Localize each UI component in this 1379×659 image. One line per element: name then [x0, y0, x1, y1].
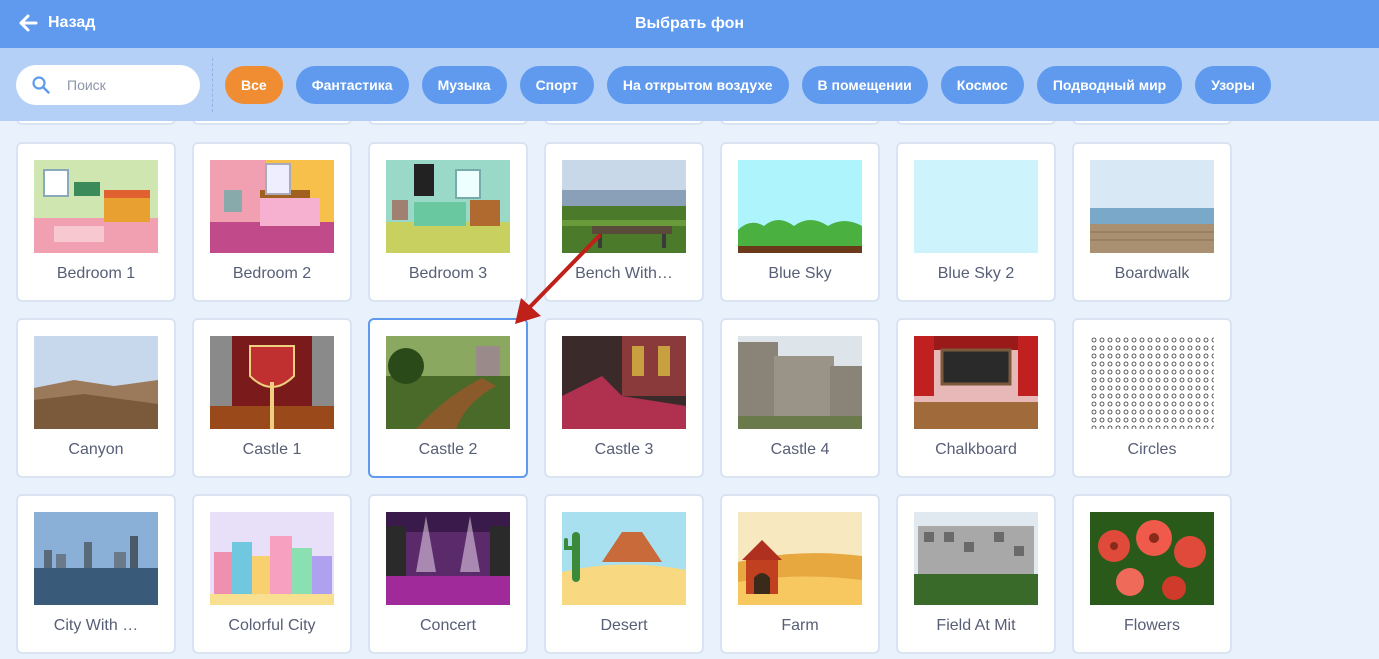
backdrop-name: Blue Sky — [768, 265, 832, 282]
tag-sports[interactable]: Спорт — [519, 66, 594, 104]
backdrop-card-field-at-mit[interactable]: Field At Mit — [896, 494, 1056, 654]
concert-thumbnail — [386, 512, 510, 605]
tag-all[interactable]: Все — [225, 66, 283, 104]
backdrop-name: Circles — [1127, 441, 1177, 458]
partial-card[interactable] — [720, 121, 880, 125]
backdrop-grid[interactable]: Bedroom 1 Bedroom 2 Bedroom 3 Bench With… — [0, 121, 1379, 659]
backdrop-card-blue-sky[interactable]: Blue Sky — [720, 142, 880, 302]
field-at-mit-thumbnail — [914, 512, 1038, 605]
backdrop-name: Chalkboard — [935, 441, 1017, 458]
partial-card[interactable] — [192, 121, 352, 125]
backdrop-card-castle-2[interactable]: Castle 2 — [368, 318, 528, 478]
backdrop-name: Colorful City — [228, 617, 316, 634]
castle-1-thumbnail — [210, 336, 334, 429]
backdrop-card-boardwalk[interactable]: Boardwalk — [1072, 142, 1232, 302]
backdrop-name: City With … — [53, 617, 139, 634]
city-with-water-thumbnail — [34, 512, 158, 605]
search-box[interactable] — [16, 65, 200, 105]
backdrop-name: Concert — [419, 617, 477, 634]
tag-indoors[interactable]: В помещении — [801, 66, 928, 104]
bedroom-3-thumbnail — [386, 160, 510, 253]
backdrop-card-bedroom-3[interactable]: Bedroom 3 — [368, 142, 528, 302]
partial-card[interactable] — [1072, 121, 1232, 125]
backdrop-name: Desert — [600, 617, 648, 634]
bedroom-1-thumbnail — [34, 160, 158, 253]
backdrop-name: Bedroom 2 — [232, 265, 312, 282]
partial-card[interactable] — [896, 121, 1056, 125]
backdrop-card-flowers[interactable]: Flowers — [1072, 494, 1232, 654]
bench-with-view-thumbnail — [562, 160, 686, 253]
desert-thumbnail — [562, 512, 686, 605]
filter-bar: Все Фантастика Музыка Спорт На открытом … — [0, 48, 1379, 121]
backdrop-name: Castle 2 — [418, 441, 478, 458]
partial-card[interactable] — [368, 121, 528, 125]
circles-thumbnail — [1090, 336, 1214, 429]
backdrop-card-castle-4[interactable]: Castle 4 — [720, 318, 880, 478]
backdrop-card-castle-3[interactable]: Castle 3 — [544, 318, 704, 478]
castle-4-thumbnail — [738, 336, 862, 429]
tag-fantasy[interactable]: Фантастика — [295, 66, 409, 104]
backdrop-card-bedroom-2[interactable]: Bedroom 2 — [192, 142, 352, 302]
backdrop-name: Castle 4 — [770, 441, 830, 458]
farm-thumbnail — [738, 512, 862, 605]
bedroom-2-thumbnail — [210, 160, 334, 253]
backdrop-name: Bedroom 3 — [408, 265, 488, 282]
search-input[interactable] — [67, 77, 187, 93]
tag-music[interactable]: Музыка — [421, 66, 507, 104]
search-icon — [32, 76, 50, 94]
tag-outdoors[interactable]: На открытом воздухе — [606, 66, 789, 104]
page-title: Выбрать фон — [634, 15, 745, 32]
blue-sky-2-thumbnail — [914, 160, 1038, 253]
colorful-city-thumbnail — [210, 512, 334, 605]
backdrop-name: Bedroom 1 — [56, 265, 136, 282]
backdrop-card-bedroom-1[interactable]: Bedroom 1 — [16, 142, 176, 302]
flowers-thumbnail — [1090, 512, 1214, 605]
backdrop-name: Bench With… — [575, 265, 673, 282]
castle-2-thumbnail — [386, 336, 510, 429]
backdrop-name: Field At Mit — [936, 617, 1016, 634]
backdrop-card-canyon[interactable]: Canyon — [16, 318, 176, 478]
tag-space[interactable]: Космос — [940, 66, 1024, 104]
backdrop-card-city-with-water[interactable]: City With … — [16, 494, 176, 654]
backdrop-card-blue-sky-2[interactable]: Blue Sky 2 — [896, 142, 1056, 302]
header-bar: Назад Выбрать фон — [0, 0, 1379, 48]
backdrop-name: Blue Sky 2 — [937, 265, 1015, 282]
tag-underwater[interactable]: Подводный мир — [1036, 66, 1183, 104]
backdrop-name: Boardwalk — [1114, 265, 1190, 282]
backdrop-card-castle-1[interactable]: Castle 1 — [192, 318, 352, 478]
backdrop-name: Farm — [781, 617, 819, 634]
boardwalk-thumbnail — [1090, 160, 1214, 253]
tag-list: Все Фантастика Музыка Спорт На открытом … — [225, 66, 1271, 104]
chalkboard-thumbnail — [914, 336, 1038, 429]
canyon-thumbnail — [34, 336, 158, 429]
backdrop-name: Castle 3 — [594, 441, 654, 458]
backdrop-name: Flowers — [1123, 617, 1180, 634]
partial-card[interactable] — [16, 121, 176, 125]
tag-patterns[interactable]: Узоры — [1195, 66, 1271, 104]
backdrop-card-chalkboard[interactable]: Chalkboard — [896, 318, 1056, 478]
backdrop-card-farm[interactable]: Farm — [720, 494, 880, 654]
filter-divider — [212, 58, 213, 112]
backdrop-name: Canyon — [68, 441, 124, 458]
backdrop-card-bench-with-view[interactable]: Bench With… — [544, 142, 704, 302]
backdrop-card-desert[interactable]: Desert — [544, 494, 704, 654]
partial-card[interactable] — [544, 121, 704, 125]
backdrop-card-colorful-city[interactable]: Colorful City — [192, 494, 352, 654]
castle-3-thumbnail — [562, 336, 686, 429]
backdrop-name: Castle 1 — [242, 441, 302, 458]
backdrop-card-circles[interactable]: Circles — [1072, 318, 1232, 478]
backdrop-card-concert[interactable]: Concert — [368, 494, 528, 654]
blue-sky-thumbnail — [738, 160, 862, 253]
